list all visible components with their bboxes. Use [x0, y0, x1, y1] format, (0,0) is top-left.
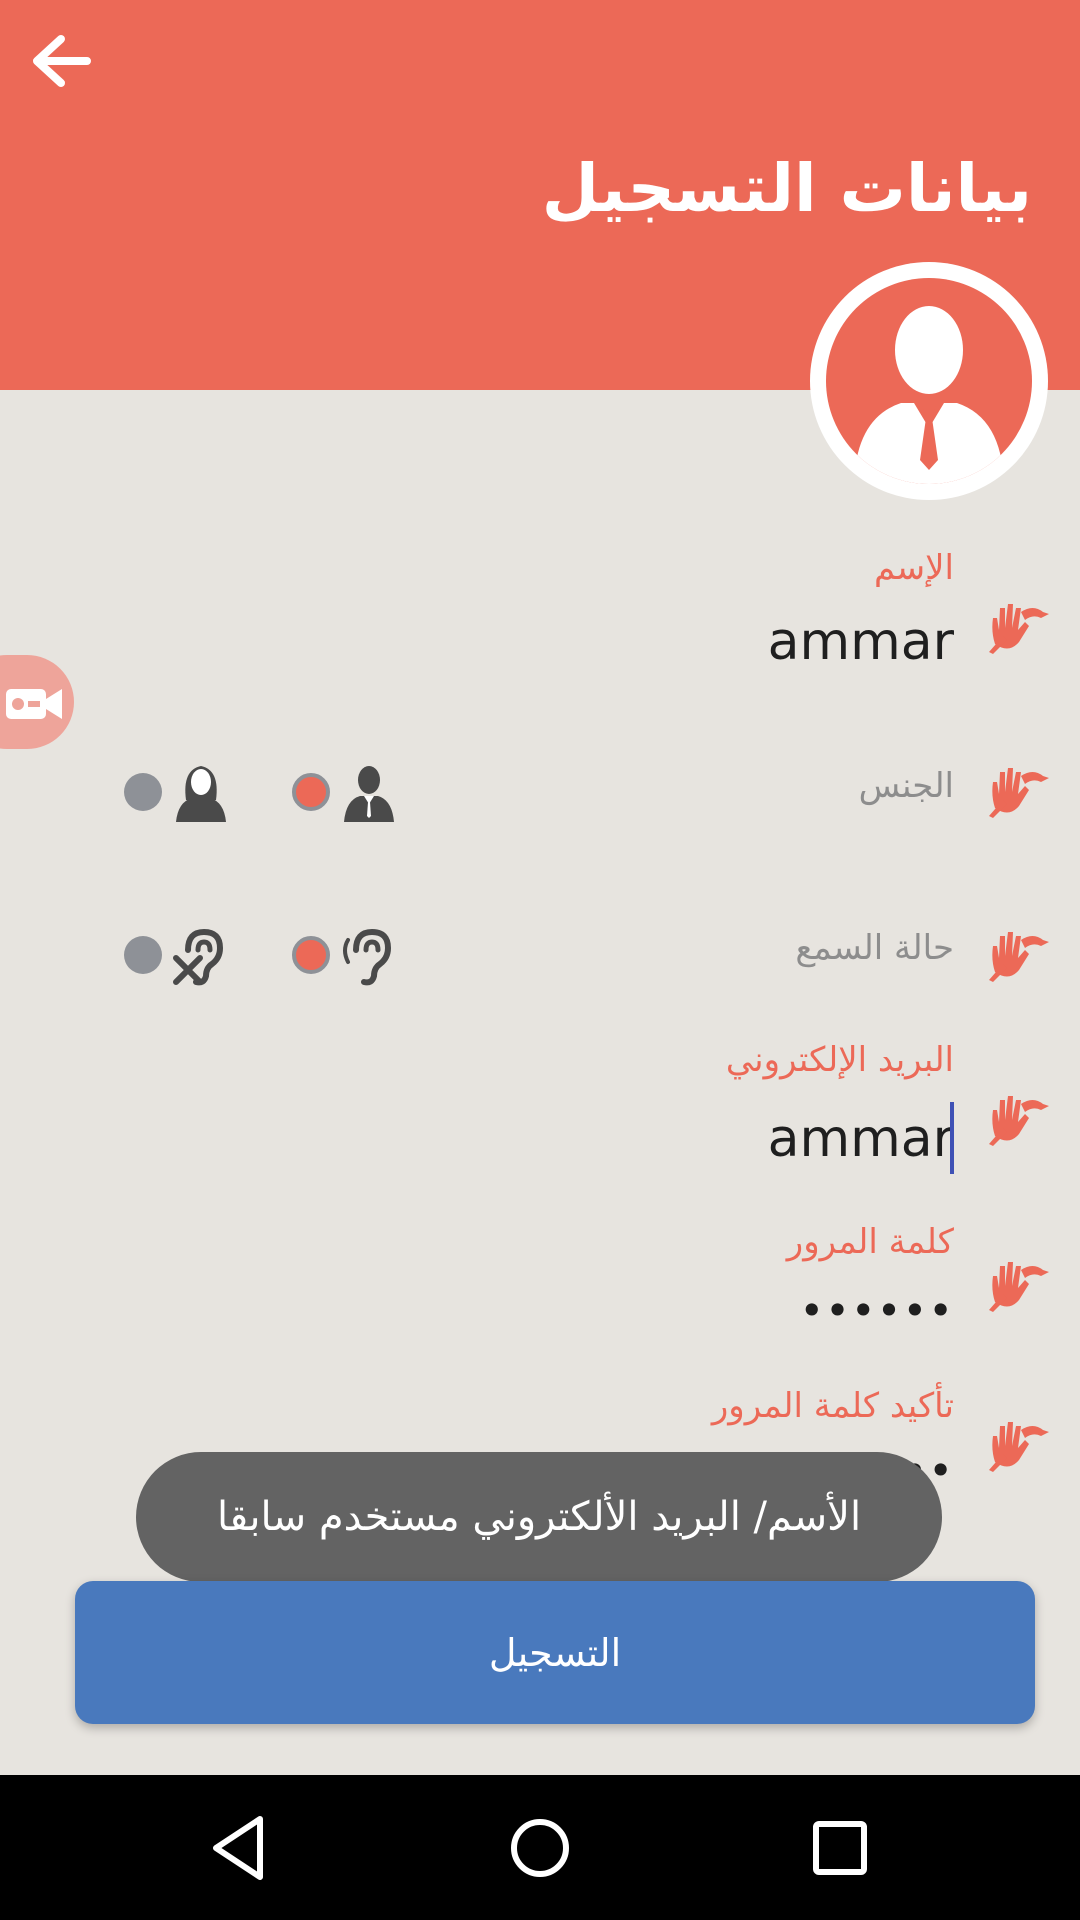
video-camera-icon — [6, 689, 62, 719]
male-user-icon — [344, 766, 394, 822]
name-input[interactable]: ammar — [768, 612, 954, 672]
name-label: الإسم — [874, 548, 954, 588]
email-field[interactable]: ammar — [768, 1102, 954, 1174]
arrow-left-icon — [33, 35, 91, 87]
back-button[interactable] — [22, 28, 98, 94]
hearing-radio[interactable] — [292, 936, 330, 974]
sign-language-hand-icon[interactable] — [985, 924, 1051, 984]
ear-icon — [343, 928, 392, 986]
sign-language-hand-icon[interactable] — [985, 1088, 1051, 1148]
system-navigation-bar — [0, 1775, 1080, 1920]
sign-language-hand-icon[interactable] — [985, 1414, 1051, 1474]
sign-language-hand-icon[interactable] — [985, 760, 1051, 820]
female-user-icon — [176, 766, 226, 822]
sign-language-hand-icon[interactable] — [985, 1254, 1051, 1314]
recents-square-icon[interactable] — [799, 1807, 881, 1889]
avatar[interactable] — [810, 262, 1048, 500]
back-triangle-icon[interactable] — [198, 1807, 280, 1889]
sign-language-hand-icon[interactable] — [985, 596, 1051, 656]
error-toast: الأسم/ البريد الألكتروني مستخدم سابقا — [136, 1452, 942, 1582]
user-avatar-icon — [826, 278, 1032, 484]
gender-male-radio[interactable] — [292, 773, 330, 811]
home-circle-icon[interactable] — [499, 1807, 581, 1889]
confirm-password-label: تأكيد كلمة المرور — [711, 1386, 954, 1426]
hearing-status-label: حالة السمع — [795, 928, 954, 968]
password-field[interactable]: •••••• — [799, 1286, 954, 1335]
page-title: بيانات التسجيل — [541, 150, 1032, 227]
video-call-button[interactable] — [0, 655, 74, 749]
password-label: كلمة المرور — [786, 1222, 954, 1262]
email-label: البريد الإلكتروني — [725, 1040, 954, 1080]
deaf-radio[interactable] — [124, 936, 162, 974]
register-button[interactable]: التسجيل — [75, 1581, 1035, 1724]
gender-label: الجنس — [858, 766, 954, 806]
email-value: ammar — [767, 1109, 954, 1169]
ear-crossed-icon — [173, 928, 224, 986]
gender-female-radio[interactable] — [124, 773, 162, 811]
text-cursor — [950, 1102, 954, 1174]
